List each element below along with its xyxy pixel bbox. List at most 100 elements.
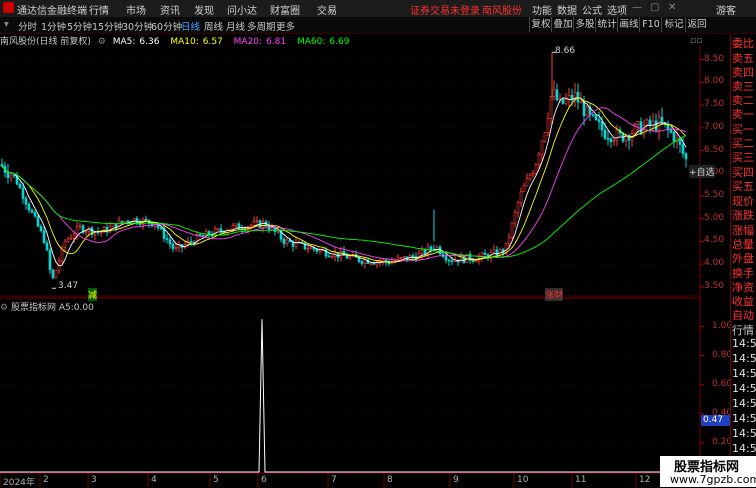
- candle-body: [216, 228, 220, 231]
- x-tick-label: 8: [387, 475, 393, 485]
- candle-body: [330, 256, 334, 258]
- candle-body: [309, 246, 313, 249]
- candle-body: [54, 269, 58, 279]
- candle-body: [603, 129, 607, 139]
- kline-chart[interactable]: [0, 0, 756, 487]
- candle-body: [585, 106, 589, 116]
- candle-body: [450, 260, 454, 263]
- candle-body: [303, 242, 307, 250]
- candle-body: [531, 173, 535, 176]
- x-tick-label: 9: [453, 475, 459, 485]
- sidebar-item-outer: 外盘: [732, 252, 754, 265]
- sidebar-ticks: 行情: [732, 324, 754, 337]
- candle-body: [369, 263, 373, 265]
- candle-body: [336, 252, 340, 258]
- candle-body: [495, 249, 499, 256]
- candle-body: [48, 249, 52, 271]
- candle-body: [156, 224, 160, 229]
- x-tick-label: 4: [151, 475, 157, 485]
- candle-body: [543, 132, 547, 142]
- candle-body: [120, 220, 124, 223]
- tick-time: 14:56: [732, 352, 756, 365]
- candle-body: [411, 255, 415, 258]
- tick-time: 14:56: [732, 412, 756, 425]
- candle-body: [168, 239, 172, 245]
- indicator-title: 股票指标网: [10, 303, 56, 313]
- x-tick-label: 5: [213, 475, 219, 485]
- candle-body: [462, 255, 466, 263]
- candle-body: [0, 163, 4, 167]
- candle-body: [654, 120, 658, 131]
- x-tick-label: 10: [517, 475, 529, 485]
- candle-body: [519, 191, 523, 204]
- y-tick-label: 8.00: [704, 76, 725, 87]
- candle-body: [525, 178, 529, 187]
- candle-body: [339, 250, 343, 258]
- candle-body: [552, 89, 556, 97]
- x-tick-label: 2024年: [3, 478, 35, 488]
- candle-body: [540, 140, 544, 155]
- add-watchlist-button[interactable]: +自选: [689, 165, 715, 178]
- y-tick-label: 3.50: [704, 280, 725, 291]
- candle-body: [111, 223, 115, 227]
- tick-time: 14:56: [732, 397, 756, 410]
- candle-body: [576, 91, 580, 103]
- candle-body: [72, 234, 76, 239]
- candle-body: [579, 101, 583, 104]
- candle-body: [12, 174, 16, 177]
- candle-body: [42, 230, 46, 244]
- candle-body: [522, 185, 526, 193]
- candle-body: [363, 259, 367, 264]
- candle-body: [99, 231, 103, 234]
- candle-body: [285, 239, 289, 244]
- sidebar-item-weibi: 委比: [732, 37, 754, 50]
- candle-body: [219, 228, 223, 232]
- candle-body: [318, 249, 322, 252]
- y-tick-label: 5.00: [704, 212, 725, 223]
- candle-body: [126, 220, 130, 223]
- ma60-line: [1, 135, 687, 258]
- x-tick-label: 7: [331, 475, 337, 485]
- indicator-settings-icon[interactable]: ⚙: [0, 303, 8, 313]
- candle-body: [429, 246, 433, 250]
- candle-body: [123, 220, 127, 223]
- a5-label: A5:: [58, 303, 74, 313]
- candle-body: [171, 243, 175, 249]
- candle-body: [39, 225, 43, 232]
- candle-body: [165, 238, 169, 240]
- sidebar-item-change: 涨跌: [732, 209, 754, 222]
- tick-time: 14:56: [732, 337, 756, 350]
- candle-body: [471, 260, 475, 262]
- sidebar-auto[interactable]: 自动: [732, 307, 754, 323]
- candle-body: [255, 220, 259, 222]
- candle-body: [372, 263, 376, 265]
- limit-marker: 涨财: [545, 288, 564, 301]
- x-tick-label: 6: [261, 475, 267, 485]
- tick-time: 14:56: [732, 427, 756, 440]
- candle-body: [27, 203, 31, 211]
- x-tick-label: 12: [639, 475, 651, 485]
- candle-body: [159, 227, 163, 230]
- candle-body: [174, 247, 178, 249]
- candle-body: [600, 121, 604, 131]
- candle-body: [252, 221, 256, 226]
- y-tick-label: 7.50: [704, 99, 725, 110]
- candle-body: [681, 144, 685, 154]
- candle-body: [423, 249, 427, 255]
- candle-body: [9, 174, 13, 179]
- candle-body: [144, 218, 148, 221]
- candle-body: [510, 222, 514, 238]
- candle-body: [213, 228, 217, 236]
- candle-body: [51, 269, 55, 279]
- sidebar-item-buy5: 买五: [732, 180, 754, 193]
- current-value-tag: 0.47: [701, 415, 731, 426]
- x-tick-label: 2: [43, 475, 49, 485]
- low-price-label: 3.47: [58, 281, 79, 291]
- tick-time: 14:56: [732, 367, 756, 380]
- candle-body: [63, 241, 67, 248]
- candle-body: [582, 101, 586, 116]
- candle-body: [555, 89, 559, 101]
- ma20-line: [1, 107, 687, 261]
- candle-body: [648, 119, 652, 126]
- candle-body: [231, 225, 235, 230]
